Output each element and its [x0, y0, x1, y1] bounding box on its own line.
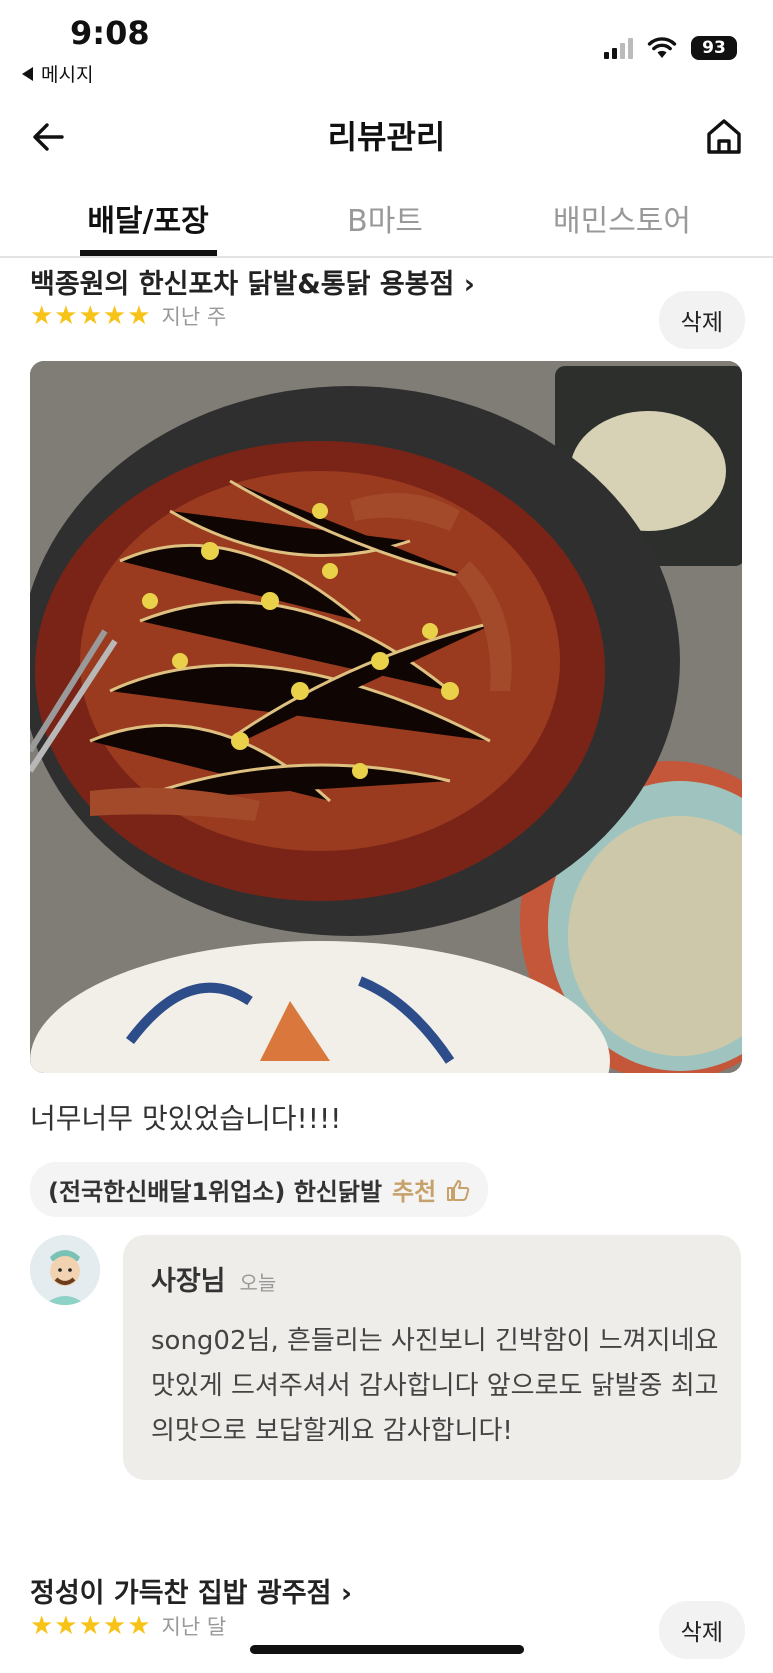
- menu-chip[interactable]: (전국한신배달1위업소) 한신닭발 추천: [30, 1162, 489, 1217]
- back-app-label: 메시지: [41, 64, 94, 86]
- home-indicator[interactable]: [250, 1645, 524, 1654]
- store-link[interactable]: 정성이 가득찬 집밥 광주점 ›: [30, 1571, 352, 1610]
- recommend-label: 추천: [392, 1178, 437, 1206]
- tab-bmart[interactable]: B마트: [275, 196, 495, 240]
- thumbs-up-icon: [447, 1179, 470, 1201]
- review-rating: ★★★★★ 지난 주: [30, 301, 226, 331]
- star-rating-icon: ★★★★★: [30, 1611, 152, 1641]
- status-icons: 93: [604, 36, 737, 60]
- review-rating: ★★★★★ 지난 달: [30, 1611, 226, 1641]
- tab-delivery[interactable]: 배달/포장: [38, 196, 258, 240]
- star-rating-icon: ★★★★★: [30, 301, 152, 331]
- battery-indicator: 93: [691, 36, 737, 60]
- delete-button[interactable]: 삭제: [658, 291, 745, 349]
- review-date: 지난 주: [161, 305, 227, 329]
- tab-divider: [0, 256, 773, 258]
- reply-header: 사장님 오늘: [151, 1259, 276, 1298]
- food-photo-image: [30, 361, 742, 1073]
- review-photo[interactable]: [30, 361, 742, 1073]
- cellular-signal-icon: [604, 37, 633, 59]
- review-date: 지난 달: [161, 1615, 227, 1639]
- back-to-app-link[interactable]: 메시지: [22, 60, 93, 87]
- chevron-right-icon: ›: [340, 1578, 352, 1609]
- review-text: 너무너무 맛있었습니다!!!!: [30, 1102, 342, 1135]
- store-name: 백종원의 한신포차 닭발&통닭 용봉점: [30, 269, 455, 300]
- owner-avatar: [30, 1235, 100, 1305]
- menu-name: (전국한신배달1위업소) 한신닭발: [48, 1178, 383, 1206]
- reply-body: song02님, 흔들리는 사진보니 긴박함이 느껴지네요 맛있게 드셔주셔서 …: [151, 1326, 719, 1446]
- owner-reply: 사장님 오늘 song02님, 흔들리는 사진보니 긴박함이 느껴지네요 맛있게…: [123, 1235, 741, 1480]
- reply-author: 사장님: [151, 1266, 226, 1297]
- chevron-right-icon: ›: [463, 269, 475, 300]
- store-name: 정성이 가득찬 집밥 광주점: [30, 1578, 332, 1609]
- store-link[interactable]: 백종원의 한신포차 닭발&통닭 용봉점 ›: [30, 262, 475, 301]
- home-icon[interactable]: [701, 114, 747, 160]
- status-time: 9:08: [70, 14, 150, 52]
- back-triangle-icon: [22, 66, 33, 81]
- reply-time: 오늘: [239, 1271, 277, 1295]
- tab-baemin-store[interactable]: 배민스토어: [512, 196, 732, 240]
- delete-button[interactable]: 삭제: [658, 1601, 745, 1659]
- wifi-icon: [647, 37, 677, 58]
- page-title: 리뷰관리: [327, 118, 446, 156]
